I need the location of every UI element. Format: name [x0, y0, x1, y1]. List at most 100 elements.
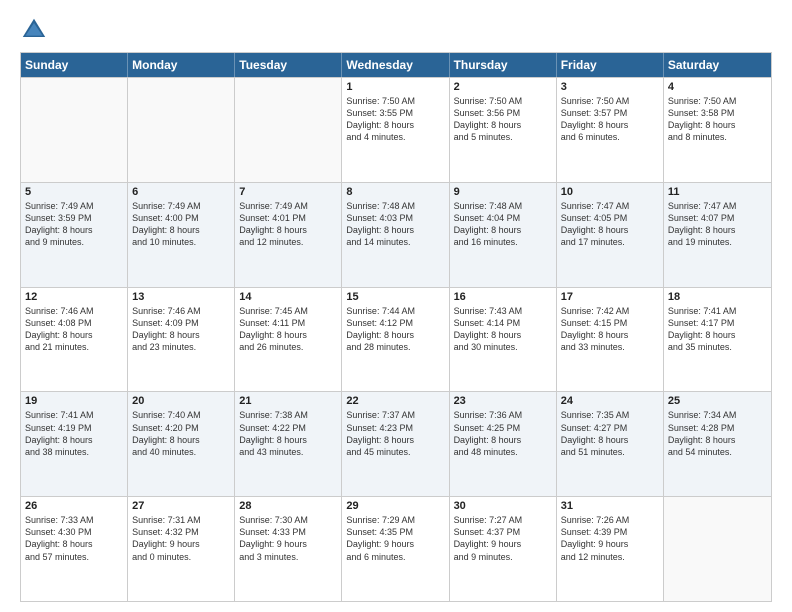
cell-info: Daylight: 8 hours	[25, 538, 123, 550]
calendar-cell: 5Sunrise: 7:49 AMSunset: 3:59 PMDaylight…	[21, 183, 128, 287]
cell-info: and 28 minutes.	[346, 341, 444, 353]
calendar-header: SundayMondayTuesdayWednesdayThursdayFrid…	[21, 53, 771, 77]
cell-info: Daylight: 8 hours	[346, 434, 444, 446]
calendar-cell: 16Sunrise: 7:43 AMSunset: 4:14 PMDayligh…	[450, 288, 557, 392]
cell-info: Sunset: 4:08 PM	[25, 317, 123, 329]
cell-info: Daylight: 8 hours	[668, 329, 767, 341]
cell-info: Daylight: 8 hours	[346, 329, 444, 341]
calendar: SundayMondayTuesdayWednesdayThursdayFrid…	[20, 52, 772, 602]
cell-info: Sunrise: 7:34 AM	[668, 409, 767, 421]
cell-info: Sunset: 3:58 PM	[668, 107, 767, 119]
header-cell-sunday: Sunday	[21, 53, 128, 77]
day-number: 17	[561, 291, 659, 303]
cell-info: Sunrise: 7:42 AM	[561, 305, 659, 317]
cell-info: Sunrise: 7:49 AM	[132, 200, 230, 212]
cell-info: Daylight: 9 hours	[239, 538, 337, 550]
cell-info: Sunset: 4:19 PM	[25, 422, 123, 434]
cell-info: Daylight: 8 hours	[239, 224, 337, 236]
cell-info: Daylight: 8 hours	[346, 224, 444, 236]
cell-info: Sunrise: 7:38 AM	[239, 409, 337, 421]
calendar-row: 5Sunrise: 7:49 AMSunset: 3:59 PMDaylight…	[21, 182, 771, 287]
cell-info: Sunrise: 7:45 AM	[239, 305, 337, 317]
cell-info: Sunset: 4:07 PM	[668, 212, 767, 224]
cell-info: Daylight: 9 hours	[561, 538, 659, 550]
cell-info: Daylight: 8 hours	[454, 119, 552, 131]
cell-info: Daylight: 8 hours	[454, 434, 552, 446]
calendar-cell: 15Sunrise: 7:44 AMSunset: 4:12 PMDayligh…	[342, 288, 449, 392]
day-number: 20	[132, 395, 230, 407]
day-number: 25	[668, 395, 767, 407]
cell-info: and 54 minutes.	[668, 446, 767, 458]
calendar-cell: 28Sunrise: 7:30 AMSunset: 4:33 PMDayligh…	[235, 497, 342, 601]
cell-info: Sunrise: 7:43 AM	[454, 305, 552, 317]
cell-info: and 4 minutes.	[346, 131, 444, 143]
cell-info: and 43 minutes.	[239, 446, 337, 458]
cell-info: Sunset: 4:14 PM	[454, 317, 552, 329]
cell-info: Sunset: 3:56 PM	[454, 107, 552, 119]
day-number: 29	[346, 500, 444, 512]
calendar-cell: 12Sunrise: 7:46 AMSunset: 4:08 PMDayligh…	[21, 288, 128, 392]
day-number: 6	[132, 186, 230, 198]
cell-info: Sunset: 4:37 PM	[454, 526, 552, 538]
cell-info: Sunset: 4:32 PM	[132, 526, 230, 538]
calendar-cell: 9Sunrise: 7:48 AMSunset: 4:04 PMDaylight…	[450, 183, 557, 287]
cell-info: and 26 minutes.	[239, 341, 337, 353]
cell-info: Sunset: 4:27 PM	[561, 422, 659, 434]
cell-info: Sunset: 4:22 PM	[239, 422, 337, 434]
cell-info: Sunrise: 7:47 AM	[668, 200, 767, 212]
cell-info: and 6 minutes.	[561, 131, 659, 143]
cell-info: Daylight: 8 hours	[454, 224, 552, 236]
cell-info: Daylight: 8 hours	[132, 329, 230, 341]
calendar-cell: 22Sunrise: 7:37 AMSunset: 4:23 PMDayligh…	[342, 392, 449, 496]
page: SundayMondayTuesdayWednesdayThursdayFrid…	[0, 0, 792, 612]
cell-info: Sunset: 3:55 PM	[346, 107, 444, 119]
calendar-cell: 23Sunrise: 7:36 AMSunset: 4:25 PMDayligh…	[450, 392, 557, 496]
cell-info: and 3 minutes.	[239, 551, 337, 563]
cell-info: Daylight: 8 hours	[668, 224, 767, 236]
calendar-row: 1Sunrise: 7:50 AMSunset: 3:55 PMDaylight…	[21, 77, 771, 182]
day-number: 28	[239, 500, 337, 512]
calendar-cell: 20Sunrise: 7:40 AMSunset: 4:20 PMDayligh…	[128, 392, 235, 496]
cell-info: and 12 minutes.	[561, 551, 659, 563]
calendar-cell: 6Sunrise: 7:49 AMSunset: 4:00 PMDaylight…	[128, 183, 235, 287]
calendar-cell: 8Sunrise: 7:48 AMSunset: 4:03 PMDaylight…	[342, 183, 449, 287]
day-number: 26	[25, 500, 123, 512]
calendar-row: 12Sunrise: 7:46 AMSunset: 4:08 PMDayligh…	[21, 287, 771, 392]
calendar-cell: 1Sunrise: 7:50 AMSunset: 3:55 PMDaylight…	[342, 78, 449, 182]
cell-info: Sunset: 4:35 PM	[346, 526, 444, 538]
cell-info: and 21 minutes.	[25, 341, 123, 353]
cell-info: and 6 minutes.	[346, 551, 444, 563]
calendar-row: 26Sunrise: 7:33 AMSunset: 4:30 PMDayligh…	[21, 496, 771, 601]
cell-info: Daylight: 8 hours	[25, 434, 123, 446]
cell-info: Sunrise: 7:46 AM	[25, 305, 123, 317]
cell-info: Sunrise: 7:44 AM	[346, 305, 444, 317]
day-number: 9	[454, 186, 552, 198]
calendar-cell: 14Sunrise: 7:45 AMSunset: 4:11 PMDayligh…	[235, 288, 342, 392]
cell-info: Sunset: 4:28 PM	[668, 422, 767, 434]
cell-info: and 14 minutes.	[346, 236, 444, 248]
cell-info: and 12 minutes.	[239, 236, 337, 248]
calendar-cell	[21, 78, 128, 182]
day-number: 14	[239, 291, 337, 303]
day-number: 18	[668, 291, 767, 303]
cell-info: Daylight: 8 hours	[25, 329, 123, 341]
calendar-cell	[664, 497, 771, 601]
cell-info: Sunrise: 7:50 AM	[668, 95, 767, 107]
cell-info: and 57 minutes.	[25, 551, 123, 563]
calendar-cell: 13Sunrise: 7:46 AMSunset: 4:09 PMDayligh…	[128, 288, 235, 392]
cell-info: Daylight: 8 hours	[561, 329, 659, 341]
cell-info: Sunset: 4:30 PM	[25, 526, 123, 538]
cell-info: Daylight: 8 hours	[239, 329, 337, 341]
header-cell-saturday: Saturday	[664, 53, 771, 77]
cell-info: Sunset: 4:23 PM	[346, 422, 444, 434]
calendar-cell: 11Sunrise: 7:47 AMSunset: 4:07 PMDayligh…	[664, 183, 771, 287]
cell-info: Sunrise: 7:29 AM	[346, 514, 444, 526]
day-number: 16	[454, 291, 552, 303]
cell-info: Sunset: 4:15 PM	[561, 317, 659, 329]
cell-info: Daylight: 8 hours	[132, 434, 230, 446]
day-number: 8	[346, 186, 444, 198]
cell-info: Sunrise: 7:49 AM	[239, 200, 337, 212]
cell-info: Sunset: 4:12 PM	[346, 317, 444, 329]
calendar-cell: 30Sunrise: 7:27 AMSunset: 4:37 PMDayligh…	[450, 497, 557, 601]
cell-info: Sunrise: 7:36 AM	[454, 409, 552, 421]
